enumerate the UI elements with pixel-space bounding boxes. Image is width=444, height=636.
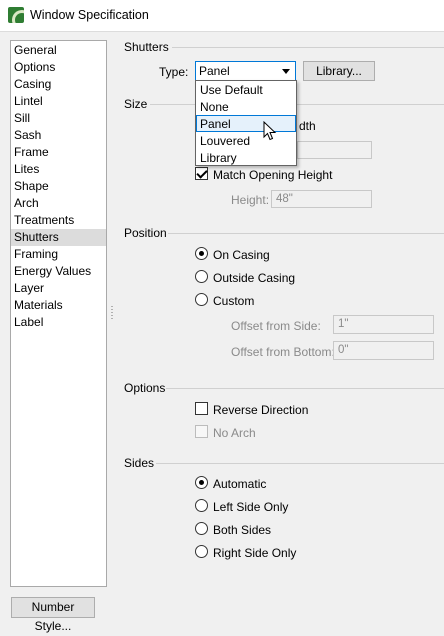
- nav-item-frame[interactable]: Frame: [11, 144, 106, 161]
- dropdown-option-none[interactable]: None: [196, 98, 296, 115]
- options-group-divider: [166, 388, 444, 389]
- nav-item-sash[interactable]: Sash: [11, 127, 106, 144]
- nav-item-options[interactable]: Options: [11, 59, 106, 76]
- nav-item-label[interactable]: Label: [11, 314, 106, 331]
- position-group-label: Position: [124, 226, 167, 240]
- automatic-radio[interactable]: [195, 476, 208, 489]
- right-side-only-radio[interactable]: [195, 545, 208, 558]
- nav-item-arch[interactable]: Arch: [11, 195, 106, 212]
- nav-item-layer[interactable]: Layer: [11, 280, 106, 297]
- shutters-group-label: Shutters: [124, 40, 169, 54]
- panel-splitter[interactable]: [111, 306, 113, 320]
- nav-item-general[interactable]: General: [11, 42, 106, 59]
- no-arch-checkbox: [195, 425, 208, 438]
- match-opening-height-checkbox[interactable]: [195, 167, 208, 180]
- both-sides-label: Both Sides: [213, 523, 272, 537]
- nav-item-shutters[interactable]: Shutters: [11, 229, 106, 246]
- nav-item-framing[interactable]: Framing: [11, 246, 106, 263]
- dropdown-option-panel[interactable]: Panel: [196, 115, 296, 132]
- mouse-pointer-icon: [263, 121, 277, 141]
- offset-from-side-field: 1": [333, 315, 434, 334]
- title-bar: Window Specification: [0, 0, 444, 32]
- automatic-label: Automatic: [213, 477, 267, 491]
- outside-casing-label: Outside Casing: [213, 271, 296, 285]
- nav-item-energy-values[interactable]: Energy Values: [11, 263, 106, 280]
- sides-group-label: Sides: [124, 456, 155, 470]
- type-label: Type:: [159, 65, 189, 79]
- shutters-group-divider: [172, 47, 444, 48]
- custom-label: Custom: [213, 294, 255, 308]
- nav-item-materials[interactable]: Materials: [11, 297, 106, 314]
- dropdown-option-use-default[interactable]: Use Default: [196, 81, 296, 98]
- type-combo[interactable]: Panel: [195, 61, 296, 81]
- options-group-label: Options: [124, 381, 166, 395]
- height-label: Height:: [231, 193, 270, 207]
- type-combo-value: Panel: [199, 64, 230, 78]
- width-label-fragment: dth: [299, 119, 316, 133]
- both-sides-radio[interactable]: [195, 522, 208, 535]
- nav-item-treatments[interactable]: Treatments: [11, 212, 106, 229]
- on-casing-label: On Casing: [213, 248, 270, 262]
- nav-item-casing[interactable]: Casing: [11, 76, 106, 93]
- window-title: Window Specification: [30, 8, 149, 22]
- category-list[interactable]: General Options Casing Lintel Sill Sash …: [10, 40, 107, 587]
- offset-from-bottom-field: 0": [333, 341, 434, 360]
- library-button[interactable]: Library...: [303, 61, 375, 81]
- right-side-only-label: Right Side Only: [213, 546, 297, 560]
- dropdown-option-louvered[interactable]: Louvered: [196, 132, 296, 149]
- left-side-only-radio[interactable]: [195, 499, 208, 512]
- offset-from-bottom-label: Offset from Bottom:: [231, 345, 335, 359]
- no-arch-label: No Arch: [213, 426, 256, 440]
- app-logo-icon: [8, 7, 24, 23]
- dropdown-option-library[interactable]: Library: [196, 149, 296, 166]
- type-dropdown-list[interactable]: Use Default None Panel Louvered Library: [195, 80, 297, 166]
- size-group-label: Size: [124, 97, 148, 111]
- position-group-divider: [168, 233, 444, 234]
- nav-item-sill[interactable]: Sill: [11, 110, 106, 127]
- sides-group-divider: [156, 463, 444, 464]
- reverse-direction-checkbox[interactable]: [195, 402, 208, 415]
- height-field: 48": [271, 190, 372, 208]
- left-side-only-label: Left Side Only: [213, 500, 289, 514]
- nav-item-lintel[interactable]: Lintel: [11, 93, 106, 110]
- custom-radio[interactable]: [195, 293, 208, 306]
- chevron-down-icon: [282, 69, 290, 74]
- outside-casing-radio[interactable]: [195, 270, 208, 283]
- number-style-button[interactable]: Number Style...: [11, 597, 95, 633]
- offset-from-side-label: Offset from Side:: [231, 319, 321, 333]
- match-opening-height-label: Match Opening Height: [213, 168, 333, 182]
- nav-item-shape[interactable]: Shape: [11, 178, 106, 195]
- on-casing-radio[interactable]: [195, 247, 208, 260]
- reverse-direction-label: Reverse Direction: [213, 403, 309, 417]
- nav-item-lites[interactable]: Lites: [11, 161, 106, 178]
- width-field: [297, 141, 372, 159]
